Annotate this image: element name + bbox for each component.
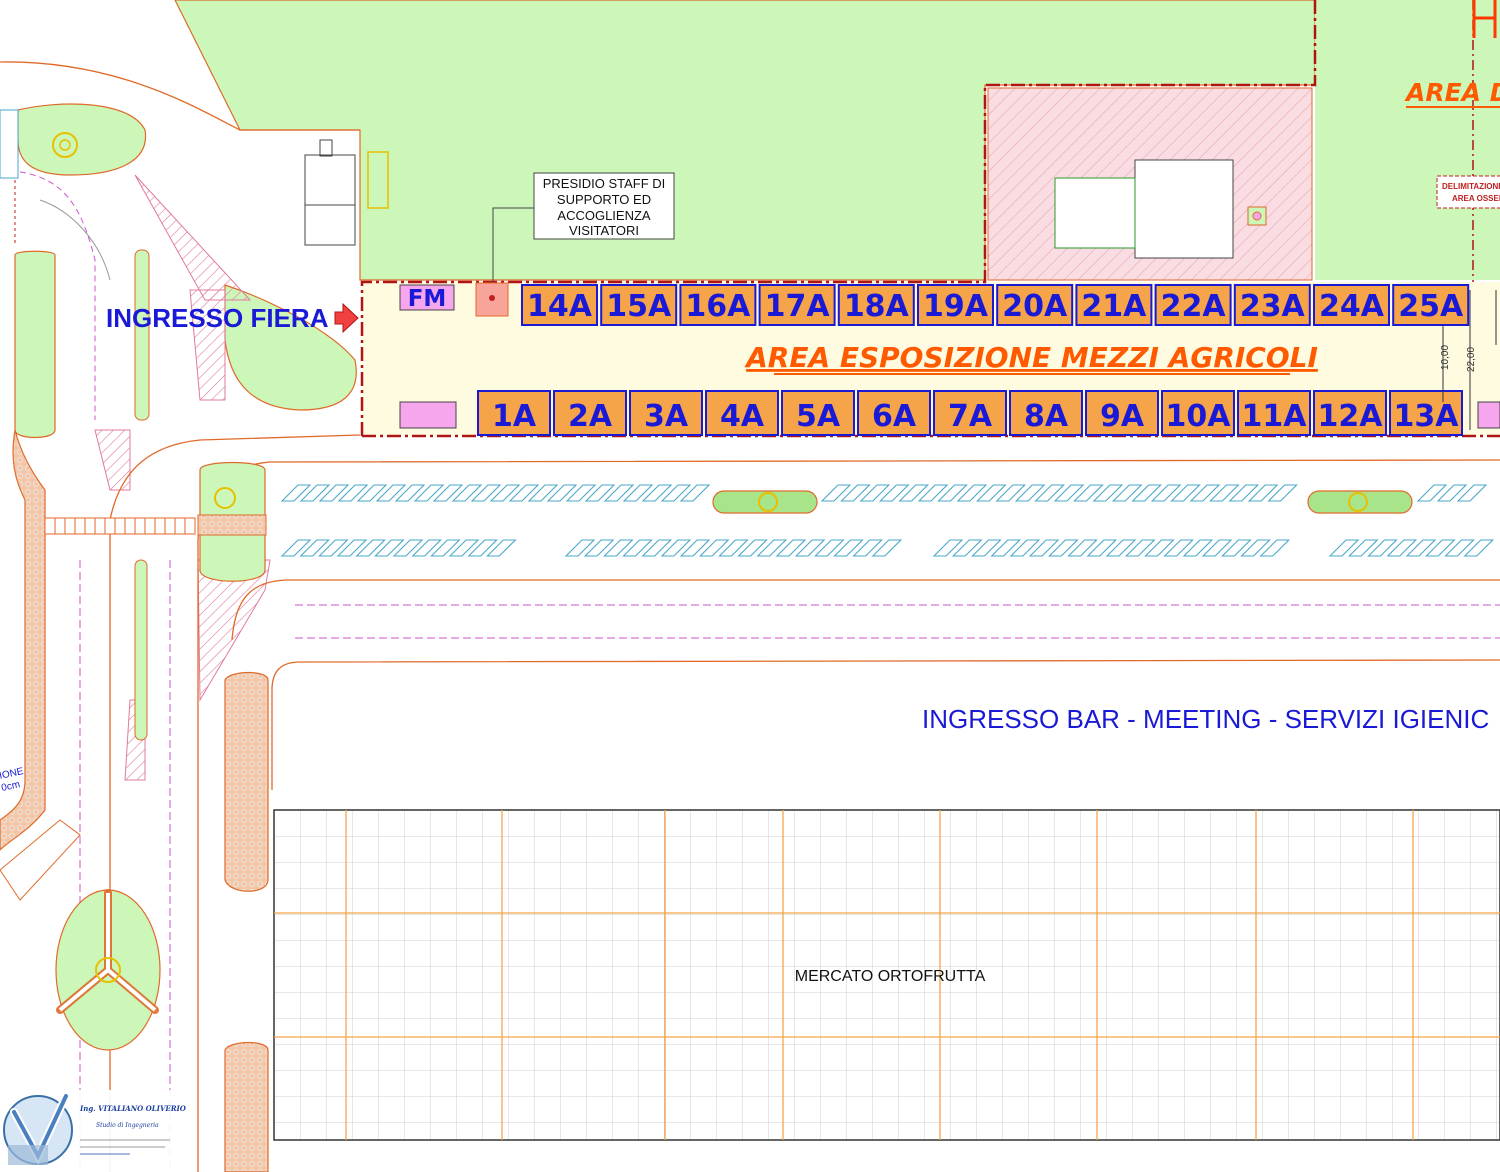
stand-label: 2A — [568, 399, 613, 434]
stand-label: 5A — [796, 399, 841, 434]
stand-label: 21A — [1081, 289, 1147, 324]
pink-box-bottom — [399, 401, 457, 429]
stand-label: 9A — [1100, 399, 1145, 434]
stand-label: 24A — [1319, 289, 1385, 324]
stand-label: 7A — [948, 399, 993, 434]
staff-label-line2: SUPPORTO ED — [557, 192, 651, 207]
stand-label: 12A — [1318, 399, 1384, 434]
delimitation-line1: DELIMITAZIONE — [1442, 182, 1500, 191]
stand-label: 10A — [1166, 399, 1232, 434]
staff-label-line4: VISITATORI — [569, 223, 639, 238]
stand-label: 19A — [923, 289, 989, 324]
market-label: MERCATO ORTOFRUTTA — [795, 968, 986, 985]
stand-label: 4A — [720, 399, 765, 434]
engineer-studio: Studio di Ingegneria — [96, 1122, 159, 1129]
staff-label-line3: ACCOGLIENZA — [557, 208, 651, 223]
area-d-title: AREA D — [1404, 78, 1500, 107]
delimitation-line2: AREA OSSER — [1452, 194, 1500, 203]
exhibition-area-title: AREA ESPOSIZIONE MEZZI AGRICOLI — [744, 341, 1318, 374]
staff-label-line1: PRESIDIO STAFF DI — [543, 176, 666, 191]
stand-row-bottom: 1A 2A 3A 4A 5A 6A 7A 8A 9A 10A 11A 12A 13A — [477, 390, 1463, 436]
stand-label: 16A — [685, 289, 751, 324]
stand-label: 22A — [1161, 289, 1227, 324]
stand-label: 13A — [1394, 399, 1460, 434]
dimension-22: 22,00 — [1466, 347, 1477, 372]
stand-label: 15A — [606, 289, 672, 324]
stand-label: 17A — [765, 289, 831, 324]
stand-label: 14A — [527, 289, 593, 324]
stand-label: 23A — [1240, 289, 1306, 324]
stand-label: 8A — [1024, 399, 1069, 434]
engineer-logo — [3, 1092, 73, 1165]
stand-label: 1A — [492, 399, 537, 434]
dimension-10: 10,00 — [1440, 345, 1451, 370]
island-top-left — [17, 103, 147, 176]
bar-entrance-label: INGRESSO BAR - MEETING - SERVIZI IGIENIC — [922, 704, 1489, 734]
site-map: PRESIDIO STAFF DI SUPPORTO ED ACCOGLIENZ… — [0, 0, 1500, 1172]
stand-label: 11A — [1242, 399, 1308, 434]
stand-label: 25A — [1398, 289, 1464, 324]
stand-label: 18A — [844, 289, 910, 324]
stand-label: 3A — [644, 399, 689, 434]
fm-label: FM — [408, 286, 447, 312]
stand-label: 6A — [872, 399, 917, 434]
entrance-label: INGRESSO FIERA — [106, 303, 329, 333]
engineer-name: Ing. VITALIANO OLIVERIO — [79, 1104, 187, 1113]
stand-label: 20A — [1002, 289, 1068, 324]
